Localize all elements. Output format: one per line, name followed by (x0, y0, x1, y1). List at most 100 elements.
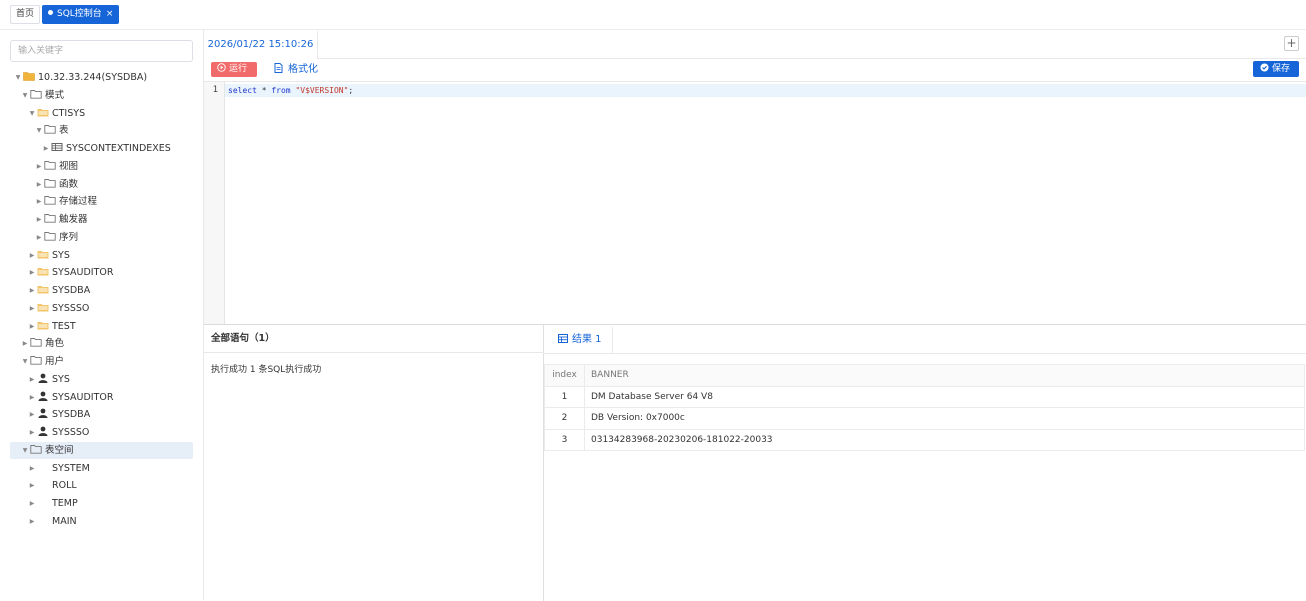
add-tab-button[interactable]: + (1284, 36, 1299, 51)
user-icon (37, 407, 49, 419)
caret-right-icon[interactable]: ▶ (27, 247, 37, 264)
caret-down-icon[interactable]: ▼ (20, 442, 30, 459)
tab-query[interactable]: 2026/01/22 15:10:26 (204, 30, 318, 59)
statements-pane: 全部语句（1） 执行成功 1 条SQL执行成功 (204, 325, 544, 601)
caret-right-icon[interactable]: ▶ (27, 477, 37, 494)
schema-icon (37, 248, 49, 258)
caret-down-icon[interactable]: ▼ (27, 105, 37, 122)
tab-sql-console-label: SQL控制台 (57, 9, 102, 19)
tab-home[interactable]: 首页 (10, 5, 41, 24)
tree-node[interactable]: ▶ 序列 (10, 229, 193, 246)
code-keyword: from (271, 86, 291, 95)
tree-node[interactable]: ▶ 函数 (10, 176, 193, 193)
schema-icon (37, 106, 49, 116)
caret-right-icon[interactable]: ▶ (27, 495, 37, 512)
tree-node[interactable]: ▶ SYSTEM (10, 460, 193, 477)
statements-header: 全部语句（1） (204, 325, 544, 353)
format-label: 格式化 (288, 64, 318, 75)
tree-node[interactable]: ▶ 角色 (10, 335, 193, 352)
tree-node-label: SYSDBA (52, 409, 91, 421)
tree-node[interactable]: ▼ 表 (10, 122, 193, 139)
tree-node-label: SYSSSO (52, 302, 90, 314)
tree-node[interactable]: ▼ 用户 (10, 353, 193, 370)
close-icon[interactable]: × (106, 9, 114, 19)
sql-editor[interactable]: 1 select * from "V$VERSION"; (204, 81, 1306, 325)
tree-node[interactable]: ▶ TEST (10, 318, 193, 335)
tree-node[interactable]: ▶ SYSAUDITOR (10, 389, 193, 406)
results-table: index BANNER 1 DM Database Server 64 V8 … (544, 364, 1305, 451)
cell-index: 1 (544, 385, 585, 408)
check-circle-icon (1260, 63, 1269, 72)
tab-divider (318, 58, 1306, 59)
caret-right-icon[interactable]: ▶ (34, 176, 44, 193)
tree-node[interactable]: ▶ SYSAUDITOR (10, 264, 193, 281)
caret-right-icon[interactable]: ▶ (27, 460, 37, 477)
tree-node[interactable]: ▶ SYSSSO (10, 424, 193, 441)
caret-right-icon[interactable]: ▶ (27, 424, 37, 441)
search-input[interactable] (10, 40, 193, 62)
tree-node[interactable]: ▼ CTISYS (10, 105, 193, 122)
caret-right-icon[interactable]: ▶ (20, 335, 30, 352)
tree-node[interactable]: ▶ ROLL (10, 477, 193, 494)
caret-right-icon[interactable]: ▶ (34, 193, 44, 210)
tree-node[interactable]: ▶ SYSDBA (10, 282, 193, 299)
caret-right-icon[interactable]: ▶ (41, 140, 51, 157)
results-tab-divider (544, 353, 1306, 354)
tree-node[interactable]: ▼ 10.32.33.244(SYSDBA) (10, 69, 193, 86)
caret-right-icon[interactable]: ▶ (27, 300, 37, 317)
tree-node-label: 触发器 (59, 214, 88, 225)
tree-node-label: 视图 (59, 160, 79, 172)
caret-down-icon[interactable]: ▼ (20, 87, 30, 104)
result-tab-label: 结果 1 (572, 334, 602, 345)
caret-right-icon[interactable]: ▶ (34, 211, 44, 228)
tree-node[interactable]: ▼ 模式 (10, 87, 193, 104)
caret-right-icon[interactable]: ▶ (27, 389, 37, 406)
tree-node-label: 表 (59, 125, 69, 137)
caret-right-icon[interactable]: ▶ (27, 371, 37, 388)
caret-right-icon[interactable]: ▶ (27, 282, 37, 299)
caret-down-icon[interactable]: ▼ (34, 122, 44, 139)
folder-icon (30, 354, 42, 365)
cell-index: 3 (544, 428, 585, 451)
caret-right-icon[interactable]: ▶ (27, 264, 37, 281)
tab-sql-console[interactable]: SQL控制台 × (42, 5, 120, 24)
tree-node[interactable]: ▶ 触发器 (10, 211, 193, 228)
tree-node[interactable]: ▶ TEMP (10, 495, 193, 512)
tree-node-label: SYS (52, 373, 70, 385)
caret-down-icon[interactable]: ▼ (20, 353, 30, 370)
tab-result-1[interactable]: 结果 1 (550, 327, 613, 354)
table-row[interactable]: 2 DB Version: 0x7000c (544, 407, 1305, 430)
tree-node[interactable]: ▼ 表空间 (10, 441, 193, 459)
caret-right-icon[interactable]: ▶ (27, 406, 37, 423)
run-button[interactable]: 运行 (211, 62, 257, 77)
folder-icon (44, 212, 56, 223)
folder-icon (44, 177, 56, 188)
format-button[interactable]: 格式化 (274, 62, 318, 77)
tree-node[interactable]: ▶ SYSDBA (10, 406, 193, 423)
tree-node[interactable]: ▶ SYS (10, 247, 193, 264)
tree-node[interactable]: ▶ MAIN (10, 513, 193, 530)
table-row[interactable]: 3 03134283968-20230206-181022-20033 (544, 428, 1305, 451)
tree-node[interactable]: ▶ SYS (10, 371, 193, 388)
caret-right-icon[interactable]: ▶ (27, 513, 37, 530)
bottom-panel: 全部语句（1） 执行成功 1 条SQL执行成功 结果 1 index BANNE… (204, 324, 1306, 601)
table-row[interactable]: 1 DM Database Server 64 V8 (544, 385, 1305, 408)
caret-right-icon[interactable]: ▶ (34, 158, 44, 175)
column-header-banner[interactable]: BANNER (584, 364, 1305, 387)
tree-node[interactable]: ▶ 视图 (10, 158, 193, 175)
statement-message[interactable]: 执行成功 1 条SQL执行成功 (211, 362, 321, 375)
caret-right-icon[interactable]: ▶ (27, 318, 37, 335)
tree-node[interactable]: ▶ SYSSSO (10, 300, 193, 317)
caret-right-icon[interactable]: ▶ (34, 229, 44, 246)
schema-icon (37, 301, 49, 312)
tree-node[interactable]: ▶ SYSCONTEXTINDEXES (10, 140, 193, 157)
tree-node-label: ROLL (52, 480, 77, 492)
cell-banner: DM Database Server 64 V8 (584, 385, 1305, 408)
code-line[interactable]: select * from "V$VERSION"; (225, 84, 1306, 97)
tree-node[interactable]: ▶ 存储过程 (10, 193, 193, 210)
tree-node-label: SYSSSO (52, 427, 90, 438)
save-button[interactable]: 保存 (1253, 61, 1299, 77)
column-header-index[interactable]: index (544, 364, 585, 387)
caret-down-icon[interactable]: ▼ (13, 69, 23, 86)
code-semicolon: ; (348, 86, 354, 95)
